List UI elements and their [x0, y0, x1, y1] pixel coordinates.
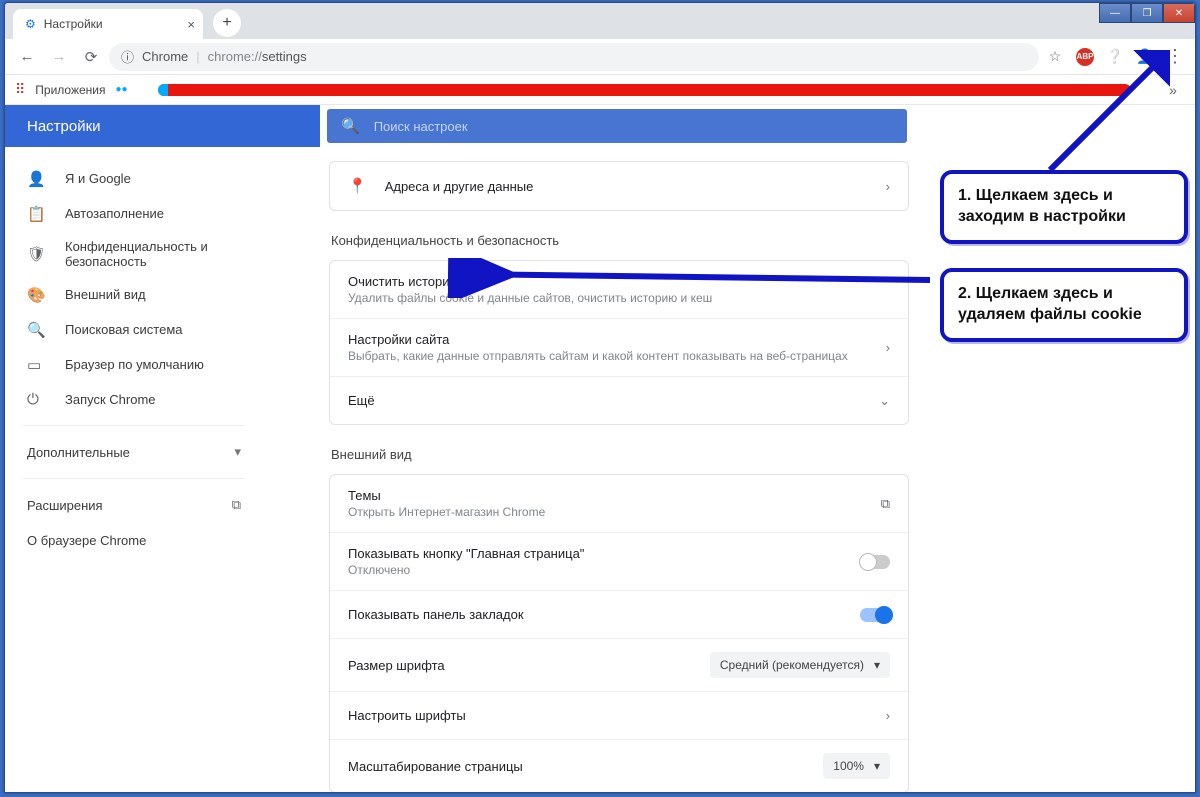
chrome-menu-button[interactable]: ⋮: [1163, 45, 1187, 69]
chevron-down-icon: ▾: [234, 444, 241, 460]
bookmarks-overflow-icon[interactable]: »: [1161, 78, 1185, 102]
bookmark-star-icon[interactable]: ☆: [1043, 45, 1067, 69]
address-secure-label: Chrome: [142, 49, 188, 64]
back-button[interactable]: ←: [13, 43, 41, 71]
close-window-button[interactable]: ✕: [1163, 3, 1195, 23]
power-icon: ⏻: [27, 391, 45, 408]
forward-button[interactable]: →: [45, 43, 73, 71]
section-appearance-title: Внешний вид: [331, 447, 909, 462]
window-controls: — ❐ ✕: [1099, 3, 1195, 23]
annotation-callout-2: 2. Щелкаем здесь и удаляем файлы cookie: [940, 268, 1188, 342]
location-icon: 📍: [348, 177, 367, 195]
row-page-zoom[interactable]: Масштабирование страницы 100%▾: [330, 739, 908, 792]
apps-icon[interactable]: ⠿: [15, 81, 25, 98]
browser-icon: ▭: [27, 356, 45, 374]
dropdown-icon: ▾: [874, 759, 880, 773]
open-external-icon: ⧉: [881, 496, 890, 512]
card-addresses: 📍Адреса и другие данные ›: [329, 161, 909, 211]
palette-icon: 🎨: [27, 286, 45, 304]
sidebar-item-default-browser[interactable]: ▭Браузер по умолчанию: [5, 347, 263, 382]
annotation-callout-1: 1. Щелкаем здесь и заходим в настройки: [940, 170, 1188, 244]
open-external-icon: ⧉: [232, 497, 241, 513]
address-bar[interactable]: ⓘ Chrome | chrome://settings: [109, 43, 1039, 71]
card-privacy: Очистить историюУдалить файлы cookie и д…: [329, 260, 909, 425]
row-site-settings[interactable]: Настройки сайтаВыбрать, какие данные отп…: [330, 318, 908, 376]
tab-strip: ⚙ Настройки × +: [5, 3, 1195, 39]
help-icon[interactable]: ❔: [1103, 45, 1127, 69]
abp-extension-icon[interactable]: ABP: [1073, 45, 1097, 69]
chevron-right-icon: ›: [886, 340, 890, 355]
sidebar-item-autofill[interactable]: 📋Автозаполнение: [5, 196, 263, 231]
chevron-right-icon: ›: [886, 708, 890, 723]
card-appearance: ТемыОткрыть Интернет-магазин Chrome ⧉ По…: [329, 474, 909, 792]
chevron-right-icon: ›: [886, 179, 890, 194]
dropdown-icon: ▾: [874, 658, 880, 672]
row-customize-fonts[interactable]: Настроить шрифты ›: [330, 691, 908, 739]
sidebar-item-about[interactable]: О браузере Chrome: [5, 523, 263, 558]
search-icon: 🔍: [341, 117, 360, 135]
row-font-size[interactable]: Размер шрифта Средний (рекомендуется)▾: [330, 638, 908, 691]
search-input[interactable]: [374, 119, 893, 134]
sidebar-item-extensions[interactable]: Расширения ⧉: [5, 487, 263, 523]
chevron-down-icon: ⌄: [879, 393, 890, 409]
browser-toolbar: ← → ⟳ ⓘ Chrome | chrome://settings ☆ ABP…: [5, 39, 1195, 75]
toggle-home-button[interactable]: [860, 555, 890, 569]
url-scheme: chrome://: [208, 49, 262, 64]
row-addresses[interactable]: 📍Адреса и другие данные ›: [330, 162, 908, 210]
site-info-icon[interactable]: ⓘ: [121, 47, 134, 66]
sidebar-item-appearance[interactable]: 🎨Внешний вид: [5, 277, 263, 312]
row-clear-history[interactable]: Очистить историюУдалить файлы cookie и д…: [330, 261, 908, 318]
tab-settings[interactable]: ⚙ Настройки ×: [13, 9, 203, 39]
settings-sidebar: 👤Я и Google 📋Автозаполнение 🛡Конфиденциа…: [5, 105, 263, 792]
select-font-size[interactable]: Средний (рекомендуется)▾: [710, 652, 890, 678]
new-tab-button[interactable]: +: [213, 9, 241, 37]
toggle-bookmarks-bar[interactable]: [860, 608, 890, 622]
sidebar-item-you-and-google[interactable]: 👤Я и Google: [5, 161, 263, 196]
maximize-button[interactable]: ❐: [1131, 3, 1163, 23]
person-icon: 👤: [27, 170, 45, 188]
sidebar-item-advanced[interactable]: Дополнительные ▾: [5, 434, 263, 470]
bookmark-redacted-bar: [158, 84, 1131, 96]
section-privacy-title: Конфиденциальность и безопасность: [331, 233, 909, 248]
settings-title: Настройки: [27, 118, 101, 135]
sidebar-item-privacy[interactable]: 🛡Конфиденциальность и безопасность: [5, 231, 263, 277]
url-path: settings: [262, 49, 307, 64]
row-home-button[interactable]: Показывать кнопку "Главная страница"Откл…: [330, 532, 908, 590]
clipboard-icon: 📋: [27, 205, 45, 223]
select-page-zoom[interactable]: 100%▾: [823, 753, 890, 779]
sidebar-item-search-engine[interactable]: 🔍Поисковая система: [5, 312, 263, 347]
gear-icon: ⚙: [25, 17, 36, 31]
row-more[interactable]: Ещё ⌄: [330, 376, 908, 424]
sidebar-item-on-startup[interactable]: ⏻Запуск Chrome: [5, 382, 263, 417]
bookmark-item[interactable]: ●●: [115, 84, 127, 95]
search-icon: 🔍: [27, 321, 45, 339]
row-themes[interactable]: ТемыОткрыть Интернет-магазин Chrome ⧉: [330, 475, 908, 532]
bookmarks-bar: ⠿ Приложения ●● »: [5, 75, 1195, 105]
settings-header: Настройки: [5, 105, 320, 147]
reload-button[interactable]: ⟳: [77, 43, 105, 71]
shield-icon: 🛡: [27, 245, 45, 263]
settings-search[interactable]: 🔍: [327, 109, 907, 143]
profile-icon[interactable]: 👤: [1133, 45, 1157, 69]
row-bookmarks-bar[interactable]: Показывать панель закладок: [330, 590, 908, 638]
minimize-button[interactable]: —: [1099, 3, 1131, 23]
close-tab-icon[interactable]: ×: [187, 17, 195, 32]
apps-label[interactable]: Приложения: [35, 83, 105, 97]
tab-title: Настройки: [44, 17, 103, 31]
